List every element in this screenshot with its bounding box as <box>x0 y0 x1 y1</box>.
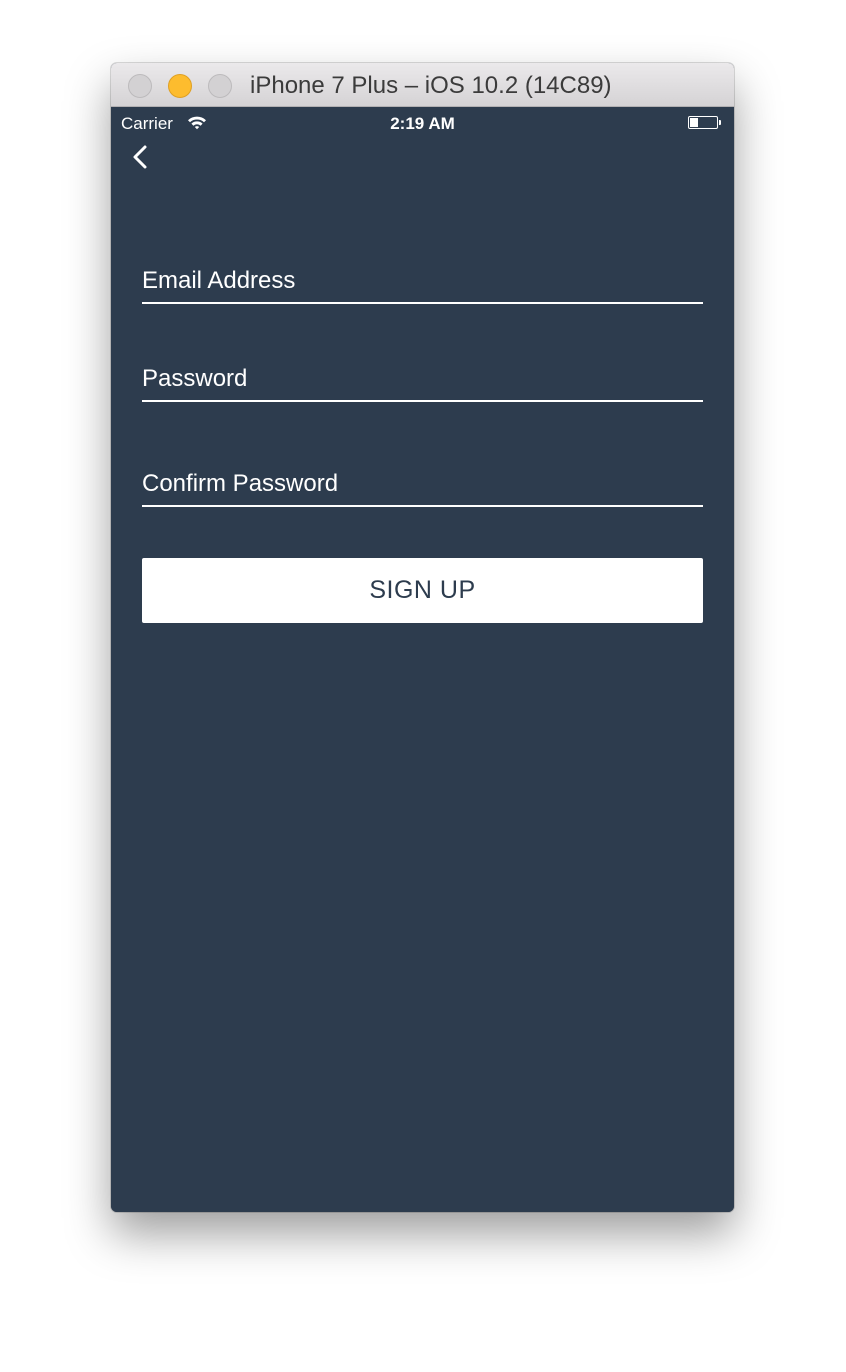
window-titlebar: iPhone 7 Plus – iOS 10.2 (14C89) <box>111 63 734 107</box>
simulator-window: iPhone 7 Plus – iOS 10.2 (14C89) Carrier… <box>111 63 734 1212</box>
battery-terminal <box>719 120 721 125</box>
zoom-window-button[interactable] <box>208 74 232 98</box>
window-title: iPhone 7 Plus – iOS 10.2 (14C89) <box>250 72 612 99</box>
app-screen: Carrier 2:19 AM Email Address SIGN UP <box>111 107 734 1212</box>
back-button[interactable] <box>127 137 157 173</box>
password-input[interactable] <box>142 357 703 400</box>
status-bar: Carrier 2:19 AM <box>111 107 734 139</box>
email-input[interactable] <box>142 259 703 302</box>
battery-icon <box>688 116 718 129</box>
confirm-password-field <box>142 462 703 507</box>
confirm-password-input[interactable] <box>142 462 703 505</box>
sign-up-button[interactable]: SIGN UP <box>142 558 703 623</box>
password-field <box>142 357 703 402</box>
email-field <box>142 259 703 304</box>
status-time: 2:19 AM <box>390 114 455 133</box>
battery-level <box>690 118 698 127</box>
close-window-button[interactable] <box>128 74 152 98</box>
chevron-left-icon <box>133 145 147 169</box>
minimize-window-button[interactable] <box>168 74 192 98</box>
